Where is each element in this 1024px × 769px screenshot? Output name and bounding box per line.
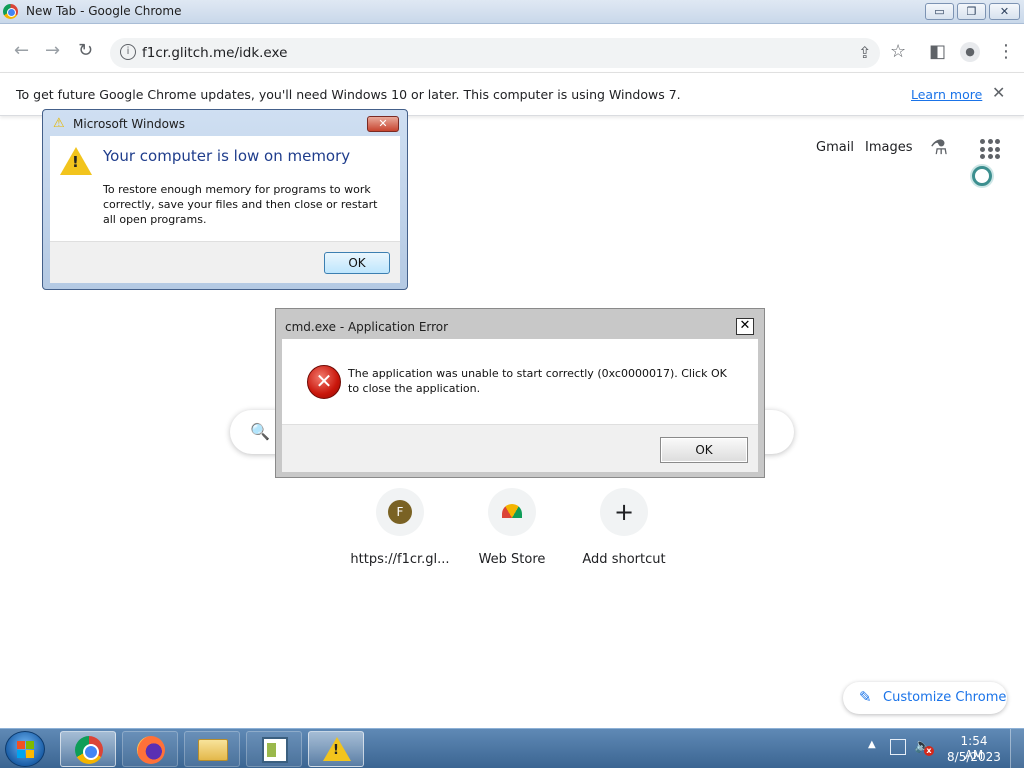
dialog-body: ✕ The application was unable to start co… xyxy=(282,339,758,424)
address-bar[interactable]: i f1cr.glitch.me/idk.exe xyxy=(110,38,880,68)
favicon-letter-icon: F xyxy=(388,500,412,524)
chrome-logo-icon xyxy=(3,4,18,19)
customize-chrome-button[interactable]: ✎ Customize Chrome xyxy=(843,682,1007,714)
warning-mark: ! xyxy=(72,153,79,171)
clock-date[interactable]: 8/5/2023 xyxy=(946,750,1002,764)
site-info-icon[interactable]: i xyxy=(120,44,136,60)
minimize-button[interactable]: ▭ xyxy=(925,3,954,20)
shortcut-tile-web-store[interactable]: Web Store xyxy=(456,488,568,578)
bookmark-star-icon[interactable]: ☆ xyxy=(890,41,906,62)
web-store-icon xyxy=(502,504,522,518)
shortcut-circle: F xyxy=(376,488,424,536)
taskbar-document-button[interactable] xyxy=(246,731,302,767)
ok-button[interactable]: OK xyxy=(324,252,390,274)
restore-button[interactable]: ❐ xyxy=(957,3,986,20)
learn-more-link[interactable]: Learn more xyxy=(911,87,982,102)
start-button[interactable] xyxy=(5,731,45,767)
profile-icon[interactable]: ● xyxy=(960,42,980,62)
apps-grid-icon[interactable] xyxy=(980,139,1000,159)
show-desktop-button[interactable] xyxy=(1010,729,1024,769)
shortcut-label: https://f1cr.gl... xyxy=(350,552,450,567)
dialog-close-button[interactable]: ✕ xyxy=(367,116,399,132)
taskbar-warning-button[interactable]: ! xyxy=(308,731,364,767)
reload-icon[interactable]: ↻ xyxy=(78,40,93,61)
back-icon[interactable]: ← xyxy=(14,40,29,61)
windows-logo-icon xyxy=(17,741,34,758)
labs-flask-icon[interactable]: ⚗ xyxy=(930,135,948,159)
dialog-close-button[interactable]: ✕ xyxy=(736,318,754,335)
volume-muted-badge: x xyxy=(924,746,934,756)
dialog-footer: OK xyxy=(282,424,758,472)
warning-mark: ! xyxy=(333,743,339,758)
chrome-menu-icon[interactable]: ⋮ xyxy=(997,41,1015,62)
warning-small-icon: ⚠ xyxy=(53,116,65,131)
dialog-body: ! Your computer is low on memory To rest… xyxy=(50,136,400,241)
shortcut-tile-f1cr[interactable]: F https://f1cr.gl... xyxy=(344,488,456,578)
taskbar: ! ▲ 🔈 x 1:54 AM 8/5/2023 xyxy=(0,728,1024,769)
search-icon: 🔍 xyxy=(250,422,270,441)
images-link[interactable]: Images xyxy=(865,140,913,155)
dialog-message: The application was unable to start corr… xyxy=(348,367,727,395)
plus-icon: + xyxy=(613,498,635,526)
infobar-close-icon[interactable]: ✕ xyxy=(992,83,1005,102)
dialog-message: To restore enough memory for programs to… xyxy=(103,183,378,226)
dialog-heading: Your computer is low on memory xyxy=(103,147,351,165)
ok-button[interactable]: OK xyxy=(660,437,748,463)
window-titlebar: New Tab - Google Chrome ▭ ❐ ✕ xyxy=(0,0,1024,24)
pencil-icon: ✎ xyxy=(859,688,872,706)
loading-spinner-icon xyxy=(972,166,992,186)
firefox-icon xyxy=(137,736,165,764)
application-error-dialog: cmd.exe - Application Error ✕ ✕ The appl… xyxy=(275,308,765,478)
customize-chrome-label: Customize Chrome xyxy=(883,690,1007,705)
network-icon[interactable] xyxy=(890,739,906,755)
folder-icon xyxy=(198,739,228,761)
document-icon xyxy=(262,737,288,763)
shortcut-circle: + xyxy=(600,488,648,536)
shortcut-circle xyxy=(488,488,536,536)
tray-expand-icon[interactable]: ▲ xyxy=(868,739,876,750)
window-title: New Tab - Google Chrome xyxy=(26,4,182,18)
address-bar-url[interactable]: f1cr.glitch.me/idk.exe xyxy=(142,45,287,61)
gmail-link[interactable]: Gmail xyxy=(816,140,854,155)
dialog-footer: OK xyxy=(50,241,400,283)
dialog-title: Microsoft Windows xyxy=(73,117,185,131)
taskbar-chrome-button[interactable] xyxy=(60,731,116,767)
low-memory-dialog: ⚠ Microsoft Windows ✕ ! Your computer is… xyxy=(42,109,408,290)
taskbar-firefox-button[interactable] xyxy=(122,731,178,767)
chrome-icon xyxy=(75,736,103,764)
close-window-button[interactable]: ✕ xyxy=(989,3,1020,20)
taskbar-explorer-button[interactable] xyxy=(184,731,240,767)
dialog-title: cmd.exe - Application Error xyxy=(285,320,449,334)
shortcut-label: Web Store xyxy=(478,552,546,567)
error-icon: ✕ xyxy=(307,365,341,399)
add-shortcut-tile[interactable]: + Add shortcut xyxy=(568,488,680,578)
infobar-message: To get future Google Chrome updates, you… xyxy=(16,87,681,102)
shortcut-label: Add shortcut xyxy=(582,552,666,567)
forward-icon[interactable]: → xyxy=(45,40,60,61)
share-icon[interactable]: ⇪ xyxy=(858,43,871,62)
side-panel-icon[interactable]: ◧ xyxy=(929,41,946,62)
